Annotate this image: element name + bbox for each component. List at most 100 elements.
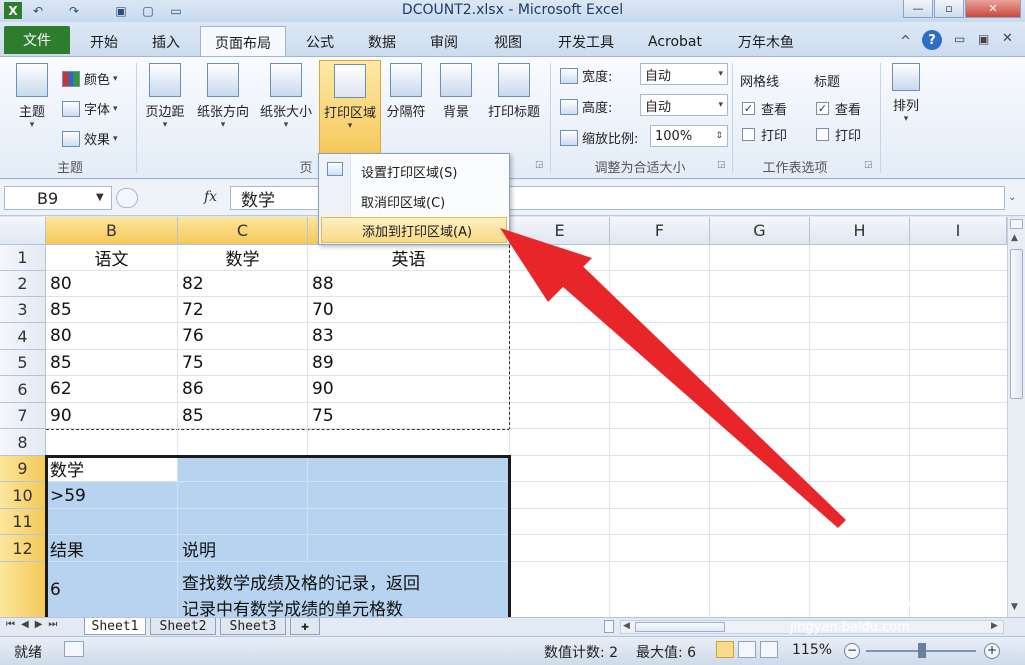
watermark-baidu: Bai✿du 经验 — [784, 576, 986, 616]
row-header[interactable]: 13 — [0, 562, 46, 617]
dialog-launcher-icon[interactable]: ◲ — [864, 160, 873, 170]
cell-d8[interactable] — [308, 429, 510, 456]
column-header-h[interactable]: H — [810, 217, 910, 245]
tab-page-layout[interactable]: 页面布局 — [200, 26, 286, 58]
dialog-launcher-icon[interactable]: ◲ — [717, 160, 726, 170]
column-header-i[interactable]: I — [910, 217, 1007, 245]
split-box[interactable] — [1010, 219, 1023, 229]
menu-item-clear-print-area[interactable]: 取消印区域(C) — [321, 188, 507, 214]
insert-function-icon[interactable]: fx — [204, 189, 217, 205]
row-header[interactable]: 12 — [0, 535, 46, 562]
column-header-f[interactable]: F — [610, 217, 710, 245]
row-header[interactable]: 8 — [0, 429, 46, 456]
tab-view[interactable]: 视图 — [486, 30, 530, 54]
maximize-button[interactable]: ▫ — [934, 0, 964, 18]
breaks-button[interactable]: 分隔符 — [383, 63, 429, 120]
headings-view-checkbox[interactable]: ✓ 查看 — [816, 99, 861, 118]
scale-spinner[interactable]: 100% ⇕ — [650, 125, 728, 147]
row-header[interactable]: 4 — [0, 323, 46, 350]
print-titles-icon — [498, 63, 530, 97]
row-header[interactable]: 7 — [0, 403, 46, 429]
formula-bar-handle[interactable] — [116, 188, 138, 208]
scroll-up-icon[interactable]: ▲ — [1011, 233, 1018, 243]
page-layout-view-icon[interactable] — [738, 641, 756, 658]
gridline — [510, 402, 1007, 403]
column-header-g[interactable]: G — [710, 217, 810, 245]
select-all-corner[interactable] — [0, 217, 46, 245]
cell-c8[interactable] — [178, 429, 308, 456]
expand-formula-bar-icon[interactable]: ⌄ — [1008, 192, 1016, 203]
tab-home[interactable]: 开始 — [82, 30, 126, 54]
row-header[interactable]: 1 — [0, 245, 46, 271]
scroll-thumb[interactable] — [1010, 249, 1023, 399]
scroll-left-icon[interactable]: ◀ — [623, 621, 630, 631]
scroll-right-icon[interactable]: ▶ — [991, 621, 998, 631]
workbook-restore-icon[interactable]: ▣ — [978, 32, 989, 46]
zoom-level[interactable]: 115% — [792, 642, 832, 658]
margins-button[interactable]: 页边距 ▾ — [140, 63, 190, 130]
print-area-button[interactable]: 打印区域 ▾ — [319, 60, 381, 154]
row-header[interactable]: 3 — [0, 297, 46, 323]
row-header[interactable]: 11 — [0, 509, 46, 535]
dialog-launcher-icon[interactable]: ◲ — [535, 160, 544, 170]
headings-print-checkbox[interactable]: 打印 — [816, 125, 861, 144]
normal-view-icon[interactable] — [716, 641, 734, 658]
sheet-tab-sheet2[interactable]: Sheet2 — [150, 618, 216, 635]
scroll-down-icon[interactable]: ▼ — [1011, 602, 1018, 612]
tab-split-handle[interactable] — [604, 620, 614, 633]
orientation-button[interactable]: 纸张方向 ▾ — [192, 63, 254, 130]
minimize-button[interactable]: — — [903, 0, 933, 18]
background-button[interactable]: 背景 — [435, 63, 477, 120]
sheet-nav-arrows-icon[interactable]: ⏮◀▶⏭ — [6, 619, 63, 630]
cell-b8[interactable] — [46, 429, 178, 456]
zoom-out-icon[interactable]: − — [844, 643, 860, 659]
tab-data[interactable]: 数据 — [360, 30, 404, 54]
width-select[interactable]: 自动 ▾ — [640, 63, 728, 85]
arrange-button[interactable]: 排列 ▾ — [886, 63, 926, 124]
workbook-minimize-icon[interactable]: ▭ — [954, 32, 965, 46]
close-button[interactable]: ✕ — [965, 0, 1021, 18]
insert-sheet-icon[interactable]: ✚ — [290, 618, 320, 635]
tab-formulas[interactable]: 公式 — [298, 30, 342, 54]
row-header[interactable]: 5 — [0, 350, 46, 376]
collapse-ribbon-icon[interactable]: ^ — [900, 34, 911, 49]
menu-item-set-print-area[interactable]: 设置打印区域(S) — [321, 158, 507, 184]
tab-review[interactable]: 审阅 — [422, 30, 466, 54]
row-header[interactable]: 6 — [0, 376, 46, 403]
scale-label: 缩放比例: — [560, 128, 638, 147]
tab-insert[interactable]: 插入 — [144, 30, 188, 54]
gridlines-view-checkbox[interactable]: ✓ 查看 — [742, 99, 787, 118]
sheet-tab-sheet1[interactable]: Sheet1 — [84, 618, 146, 635]
workbook-close-icon[interactable]: ✕ — [1002, 31, 1013, 46]
column-header-c[interactable]: C — [178, 217, 308, 245]
row-header[interactable]: 10 — [0, 482, 46, 509]
theme-effects-button[interactable]: 效果 ▾ — [62, 129, 118, 148]
size-button[interactable]: 纸张大小 ▾ — [256, 63, 316, 130]
sheet-tab-sheet3[interactable]: Sheet3 — [220, 618, 286, 635]
theme-colors-button[interactable]: 颜色 ▾ — [62, 69, 118, 88]
tab-wannian[interactable]: 万年木鱼 — [728, 30, 804, 54]
name-box-dropdown-icon[interactable]: ▼ — [96, 192, 104, 203]
tab-file[interactable]: 文件 — [4, 26, 70, 54]
gridlines-print-checkbox[interactable]: 打印 — [742, 125, 787, 144]
help-icon[interactable]: ? — [922, 30, 942, 50]
row-header[interactable]: 2 — [0, 271, 46, 297]
column-header-e[interactable]: E — [510, 217, 610, 245]
macro-record-icon[interactable] — [64, 641, 84, 657]
page-break-view-icon[interactable] — [760, 641, 778, 658]
column-header-b[interactable]: B — [46, 217, 178, 245]
tab-acrobat[interactable]: Acrobat — [640, 30, 710, 54]
zoom-slider-thumb[interactable] — [918, 643, 926, 658]
themes-button[interactable]: 主题 ▾ — [10, 63, 54, 130]
row-header[interactable]: 9 — [0, 456, 46, 482]
zoom-in-icon[interactable]: + — [984, 643, 1000, 659]
menu-item-add-to-print-area[interactable]: 添加到打印区域(A) — [321, 217, 507, 243]
theme-fonts-button[interactable]: 字体 ▾ — [62, 99, 118, 118]
print-area-label: 打印区域 — [323, 106, 376, 121]
vertical-scrollbar[interactable]: ▲ ▼ — [1007, 217, 1025, 617]
tab-developer[interactable]: 开发工具 — [548, 30, 624, 54]
h-scroll-thumb[interactable] — [635, 622, 725, 632]
spinner-arrows-icon[interactable]: ⇕ — [715, 131, 723, 141]
height-select[interactable]: 自动 ▾ — [640, 94, 728, 116]
print-titles-button[interactable]: 打印标题 — [482, 63, 546, 120]
